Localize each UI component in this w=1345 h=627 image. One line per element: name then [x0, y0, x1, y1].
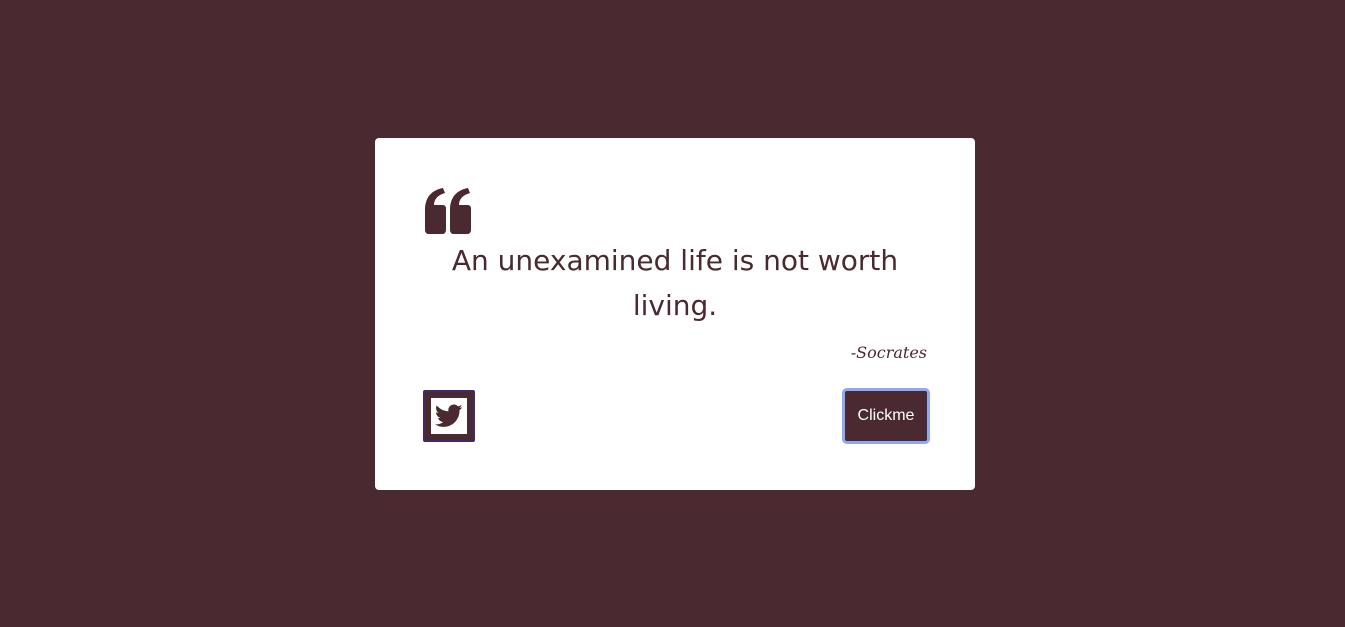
quote-box: An unexamined life is not worth living. …: [375, 138, 975, 490]
clickme-button[interactable]: Clickme: [842, 388, 930, 444]
quote-text: An unexamined life is not worth living.: [451, 244, 899, 322]
tweet-quote-button[interactable]: [423, 390, 475, 442]
quote-author: -Socrates: [850, 343, 927, 362]
twitter-icon: [435, 404, 463, 427]
tweet-icon-frame: [431, 398, 467, 434]
quote-left-icon: [425, 188, 471, 234]
